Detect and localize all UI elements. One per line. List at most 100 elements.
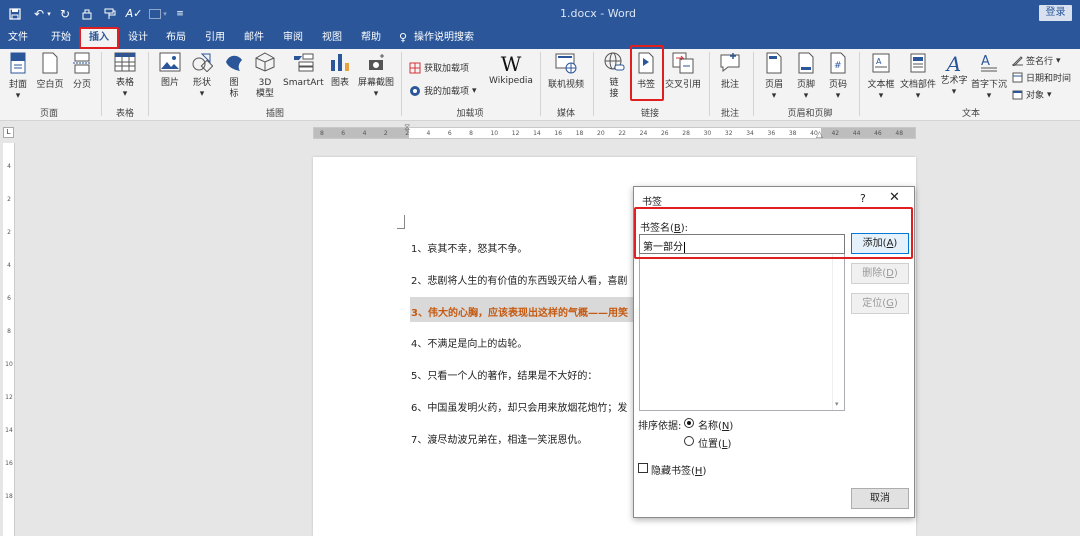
ruler-tick-label: 38: [788, 130, 797, 137]
doc-line-3[interactable]: 3、伟大的心胸，应该表现出这样的气概——用笑: [411, 304, 633, 319]
vruler-tick-label: 4: [7, 262, 11, 269]
quick-parts-label: 文档部件: [899, 80, 936, 90]
scroll-down-icon[interactable]: ▾: [835, 400, 839, 408]
quick-parts-button[interactable]: 文档部件 ▾: [899, 52, 937, 102]
chart-label: 图表: [330, 78, 349, 88]
sort-name-radio[interactable]: [684, 418, 694, 428]
hidden-bookmarks-checkbox[interactable]: [638, 463, 648, 473]
ruler-margin-left: [314, 128, 409, 138]
goto-button[interactable]: 定位(G): [851, 293, 909, 314]
shapes-icon: [192, 53, 214, 73]
header-button[interactable]: 页眉 ▾: [760, 52, 788, 102]
customize-icon[interactable]: ≡: [176, 6, 184, 21]
comment-icon: [720, 53, 740, 73]
shapes-button[interactable]: 形状 ▾: [188, 52, 216, 100]
wordart-button[interactable]: A 艺术字 ▾: [939, 52, 969, 98]
redo-icon[interactable]: ↻: [58, 6, 72, 21]
cancel-button[interactable]: 取消: [851, 488, 909, 509]
link-button[interactable]: 链 接: [600, 52, 628, 100]
help-icon[interactable]: ?: [860, 192, 866, 205]
delete-button[interactable]: 删除(D): [851, 263, 909, 284]
online-video-icon: [555, 53, 577, 74]
screenshot-icon: [369, 54, 384, 70]
svg-text:#: #: [834, 61, 842, 71]
doc-line-4[interactable]: 4、不满足是向上的齿轮。: [411, 335, 527, 350]
shape-icon[interactable]: [148, 6, 162, 21]
picture-button[interactable]: 图片: [156, 52, 184, 89]
doc-line-5[interactable]: 5、只看一个人的著作，结果是不大好的：: [411, 367, 597, 382]
close-icon[interactable]: ✕: [889, 190, 900, 205]
date-time-button[interactable]: 日期和时间: [1012, 71, 1071, 84]
doc-line-1[interactable]: 1、哀其不幸，怒其不争。: [411, 240, 527, 255]
svg-text:A: A: [981, 54, 990, 69]
group-illustrations-label: 插图: [265, 109, 284, 119]
drop-cap-button[interactable]: A 首字下沉 ▾: [970, 52, 1008, 102]
annotation-box-bookmark: [630, 45, 664, 101]
3d-model-button[interactable]: 3D 模型: [252, 52, 278, 100]
spelling-icon[interactable]: A✓: [126, 6, 143, 21]
doc-line-2[interactable]: 2、悲剧将人生的有价值的东西毁灭给人看，喜剧: [411, 272, 633, 287]
save-icon[interactable]: [8, 6, 22, 21]
wikipedia-icon: W: [500, 52, 522, 76]
tab-home[interactable]: 开始: [44, 27, 78, 49]
signature-line-button[interactable]: 签名行 ▾: [1012, 54, 1061, 67]
tab-design[interactable]: 设计: [122, 27, 154, 49]
ruler-tick-label: 28: [682, 130, 690, 137]
ruler-tick-label: 6: [341, 130, 346, 137]
tab-file[interactable]: 文件: [4, 27, 32, 49]
vruler-tick-label: 4: [7, 163, 11, 170]
object-label: 对象: [1026, 91, 1045, 101]
chart-icon: [331, 54, 349, 71]
get-addins-button[interactable]: 获取加载项: [409, 61, 469, 74]
vertical-ruler: 4 2 2 4 6 8 10 12 14 16 18: [3, 143, 15, 536]
bookmark-list[interactable]: ▾: [639, 254, 845, 411]
text-box-button[interactable]: A 文本框 ▾: [866, 52, 896, 102]
tell-me-search[interactable]: 操作说明搜索: [414, 27, 480, 49]
margin-corner-mark: [397, 215, 405, 229]
list-scrollbar[interactable]: ▾: [832, 254, 844, 410]
blank-page-button[interactable]: 空白页: [35, 52, 65, 91]
format-painter-icon[interactable]: [103, 6, 117, 21]
smartart-button[interactable]: SmartArt: [283, 52, 324, 89]
icons-button[interactable]: 图 标: [222, 52, 246, 100]
cover-page-label: 封面: [8, 80, 27, 90]
my-addins-button[interactable]: 我的加载项 ▾: [409, 84, 477, 97]
tab-view[interactable]: 视图: [316, 27, 348, 49]
indent-marker-icon[interactable]: ⧖: [404, 123, 410, 133]
comment-button[interactable]: 批注: [715, 52, 745, 91]
right-indent-marker-icon[interactable]: △: [816, 130, 823, 140]
link-label: 链 接: [609, 78, 619, 99]
text-box-icon: A: [872, 53, 890, 73]
doc-line-7[interactable]: 7、渡尽劫波兄弟在，相逢一笑泯恩仇。: [411, 431, 587, 446]
screenshot-button[interactable]: 屏幕截图 ▾: [356, 52, 396, 100]
online-video-button[interactable]: 联机视频: [545, 52, 587, 91]
object-button[interactable]: 对象 ▾: [1012, 88, 1052, 101]
tab-layout[interactable]: 布局: [160, 27, 192, 49]
login-button[interactable]: 登录: [1039, 5, 1072, 21]
page-break-button[interactable]: 分页: [69, 52, 95, 91]
undo-icon[interactable]: ↶: [31, 6, 47, 21]
sort-location-label[interactable]: 位置(L): [698, 435, 731, 450]
shape-dropdown-icon[interactable]: ▾: [162, 6, 168, 21]
doc-line-6[interactable]: 6、中国虽发明火药，却只会用来放烟花炮竹；发: [411, 399, 633, 414]
tab-review[interactable]: 审阅: [277, 27, 309, 49]
table-button[interactable]: 表格 ▾: [110, 52, 140, 100]
sort-location-radio[interactable]: [684, 436, 694, 446]
quick-parts-icon: [910, 53, 926, 73]
wikipedia-button[interactable]: W Wikipedia: [487, 52, 535, 87]
tab-mailings[interactable]: 邮件: [238, 27, 270, 49]
table-icon: [114, 52, 136, 72]
tab-selector-icon[interactable]: L: [3, 127, 14, 138]
hidden-bookmarks-label[interactable]: 隐藏书签(H): [651, 462, 706, 477]
tab-help[interactable]: 帮助: [355, 27, 387, 49]
touch-mode-icon[interactable]: [80, 6, 94, 21]
tab-references[interactable]: 引用: [199, 27, 231, 49]
cross-reference-button[interactable]: 交叉引用: [663, 52, 703, 91]
sort-name-label[interactable]: 名称(N): [698, 417, 733, 432]
footer-button[interactable]: 页脚 ▾: [792, 52, 820, 102]
cover-page-button[interactable]: 封面 ▾: [5, 52, 31, 102]
chart-button[interactable]: 图表: [328, 52, 352, 89]
ruler-tick-label: 16: [554, 130, 563, 137]
page-number-button[interactable]: # 页码 ▾: [824, 52, 852, 102]
undo-dropdown-icon[interactable]: ▾: [46, 6, 52, 21]
